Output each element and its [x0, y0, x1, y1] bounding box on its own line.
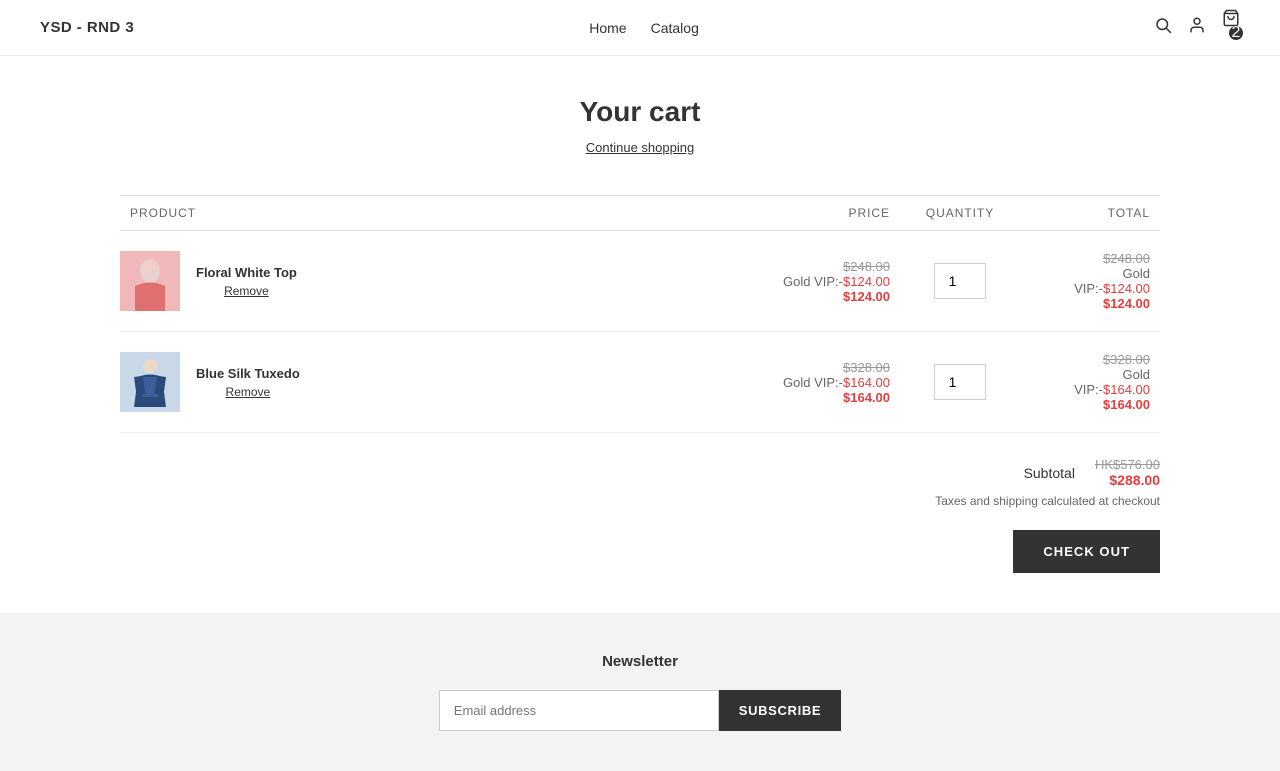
price-final-2: $164.00 — [710, 390, 890, 405]
main-nav: Home Catalog — [589, 20, 699, 36]
item-total-1: $248.00 Gold VIP:-$124.00 $124.00 — [1030, 251, 1160, 311]
item-details-1: Floral White Top Remove — [196, 265, 297, 298]
total-original-2: $328.00 — [1030, 352, 1150, 367]
item-name-2: Blue Silk Tuxedo — [196, 366, 300, 381]
header-quantity: QUANTITY — [890, 206, 1030, 220]
price-original-1: $248.00 — [710, 259, 890, 274]
item-image-1 — [120, 251, 180, 311]
header-price: PRICE — [710, 206, 890, 220]
total-final-2: $164.00 — [1030, 397, 1150, 412]
quantity-input-1[interactable] — [934, 263, 986, 299]
remove-button-1[interactable]: Remove — [196, 284, 297, 298]
checkout-button[interactable]: CHECK OUT — [1013, 530, 1160, 573]
remove-button-2[interactable]: Remove — [196, 385, 300, 399]
item-product-1: Floral White Top Remove — [120, 251, 710, 311]
price-gold-vip-1: Gold VIP:-$124.00 — [710, 274, 890, 289]
newsletter-title: Newsletter — [20, 653, 1260, 670]
user-icon[interactable] — [1188, 16, 1206, 39]
table-row: Blue Silk Tuxedo Remove $328.00 Gold VIP… — [120, 332, 1160, 433]
search-icon[interactable] — [1154, 16, 1172, 39]
header-product: PRODUCT — [120, 206, 710, 220]
total-gold-1: Gold — [1030, 266, 1150, 281]
total-gold-2: Gold — [1030, 367, 1150, 382]
cart-icon[interactable]: 2 — [1222, 9, 1240, 46]
header-icons: 2 — [1154, 9, 1240, 46]
total-original-1: $248.00 — [1030, 251, 1150, 266]
nav-home[interactable]: Home — [589, 20, 626, 36]
subtotal-label: Subtotal — [1024, 465, 1075, 481]
subtotal-prices: HK$576.00 $288.00 — [1095, 457, 1160, 488]
subtotal-row: Subtotal HK$576.00 $288.00 — [1024, 457, 1160, 488]
continue-shopping-link[interactable]: Continue shopping — [120, 140, 1160, 155]
price-final-1: $124.00 — [710, 289, 890, 304]
cart-count: 2 — [1229, 26, 1243, 40]
header: YSD - RND 3 Home Catalog 2 — [0, 0, 1280, 56]
total-vip-2: VIP:-$164.00 — [1030, 382, 1150, 397]
brand-logo: YSD - RND 3 — [40, 19, 134, 36]
item-details-2: Blue Silk Tuxedo Remove — [196, 366, 300, 399]
main-content: Your cart Continue shopping PRODUCT PRIC… — [100, 56, 1180, 613]
cart-summary: Subtotal HK$576.00 $288.00 Taxes and shi… — [120, 433, 1160, 573]
header-total: TOTAL — [1030, 206, 1160, 220]
taxes-note: Taxes and shipping calculated at checkou… — [935, 494, 1160, 508]
item-product-2: Blue Silk Tuxedo Remove — [120, 352, 710, 412]
cart-headers: PRODUCT PRICE QUANTITY TOTAL — [120, 195, 1160, 231]
total-final-1: $124.00 — [1030, 296, 1150, 311]
item-name-1: Floral White Top — [196, 265, 297, 280]
price-original-2: $328.00 — [710, 360, 890, 375]
item-image-2 — [120, 352, 180, 412]
email-input[interactable] — [439, 690, 719, 731]
item-total-2: $328.00 Gold VIP:-$164.00 $164.00 — [1030, 352, 1160, 412]
total-vip-1: VIP:-$124.00 — [1030, 281, 1150, 296]
subtotal-final: $288.00 — [1109, 472, 1160, 488]
item-quantity-2 — [890, 364, 1030, 400]
subscribe-button[interactable]: SUBSCRIBE — [719, 690, 841, 731]
subtotal-original: HK$576.00 — [1095, 457, 1160, 472]
page-title: Your cart — [120, 96, 1160, 128]
footer: Newsletter SUBSCRIBE — [0, 613, 1280, 771]
price-gold-vip-2: Gold VIP:-$164.00 — [710, 375, 890, 390]
item-quantity-1 — [890, 263, 1030, 299]
table-row: Floral White Top Remove $248.00 Gold VIP… — [120, 231, 1160, 332]
quantity-input-2[interactable] — [934, 364, 986, 400]
item-price-2: $328.00 Gold VIP:-$164.00 $164.00 — [710, 360, 890, 405]
item-price-1: $248.00 Gold VIP:-$124.00 $124.00 — [710, 259, 890, 304]
newsletter-form: SUBSCRIBE — [20, 690, 1260, 731]
nav-catalog[interactable]: Catalog — [651, 20, 699, 36]
